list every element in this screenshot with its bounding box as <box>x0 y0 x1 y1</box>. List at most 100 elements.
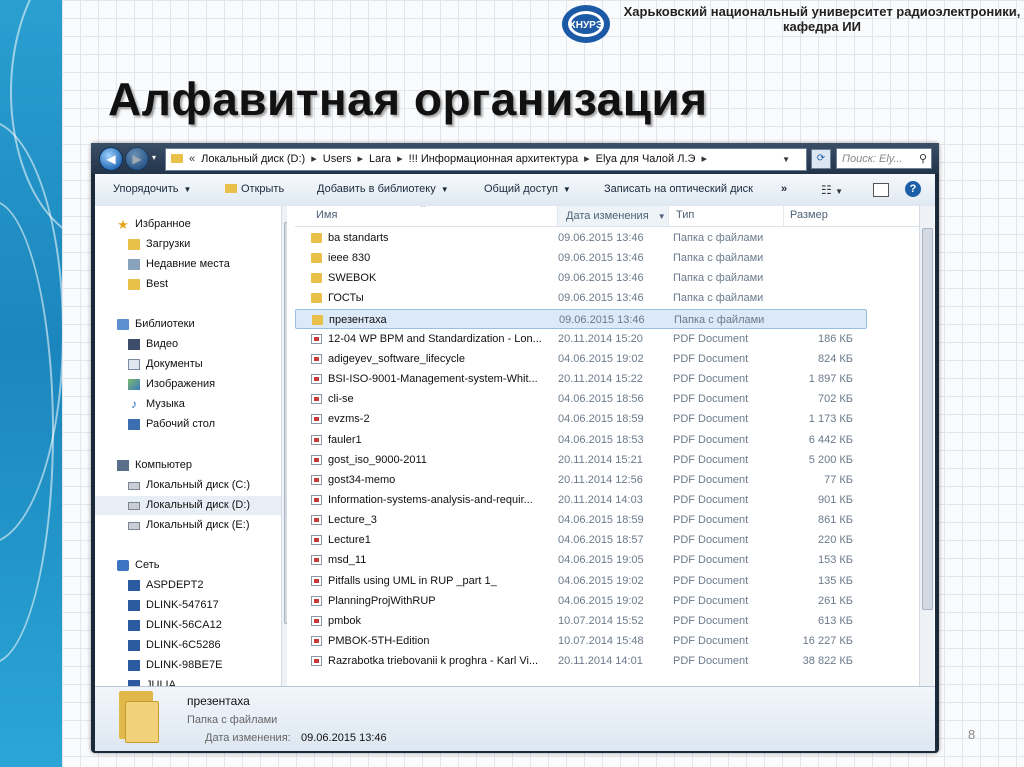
nav-scroll-thumb[interactable] <box>284 222 287 624</box>
nav-images[interactable]: Изображения <box>95 375 287 394</box>
column-size[interactable]: Размер <box>790 209 828 221</box>
file-type: PDF Document <box>673 393 749 406</box>
nav-network-host[interactable]: JULIA <box>95 676 287 686</box>
file-type: Папка с файлами <box>673 252 764 265</box>
file-row[interactable]: Razrabotka triebovanii k proghra - Karl … <box>295 651 867 671</box>
nav-network-host[interactable]: DLINK-98BE7E <box>95 656 287 675</box>
file-date: 04.06.2015 19:02 <box>558 594 644 607</box>
history-dropdown[interactable]: ▾ <box>149 147 159 169</box>
breadcrumb-item[interactable]: Локальный диск (D:) <box>201 153 305 165</box>
file-type: PDF Document <box>673 473 749 486</box>
file-row[interactable]: msd_11 04.06.2015 19:05 PDF Document 153 КБ <box>295 550 867 570</box>
file-list-scroll-thumb[interactable] <box>922 228 933 610</box>
forward-button[interactable]: ▶ <box>125 147 149 171</box>
file-row[interactable]: cli-se 04.06.2015 18:56 PDF Document 702 КБ <box>295 389 867 409</box>
file-size: 153 КБ <box>817 554 853 567</box>
command-toolbar: Упорядочить ▼ Открыть Добавить в библиоте… <box>95 174 935 207</box>
file-row[interactable]: BSI-ISO-9001-Management-system-Whit... 20… <box>295 369 867 389</box>
file-date: 10.07.2014 15:48 <box>558 635 644 647</box>
nav-network-host[interactable]: DLINK-547617 <box>95 596 287 615</box>
nav-libraries[interactable]: Библиотеки <box>95 315 287 334</box>
folder-icon <box>128 239 140 250</box>
nav-computer[interactable]: Компьютер <box>95 456 287 475</box>
file-date: 20.11.2014 15:22 <box>558 373 643 386</box>
nav-label: Недавние места <box>146 258 230 270</box>
file-row[interactable]: Pitfalls using UML in RUP _part 1_ 04.06.… <box>295 571 867 591</box>
nav-downloads[interactable]: Загрузки <box>95 235 287 254</box>
nav-disk-c[interactable]: Локальный диск (C:) <box>95 476 287 495</box>
nav-network-host[interactable]: DLINK-6C5286 <box>95 636 287 655</box>
file-row[interactable]: Lecture1 04.06.2015 18:57 PDF Document 220 … <box>295 530 867 550</box>
university-caption: Харьковский национальный университет рад… <box>622 4 1022 34</box>
nav-scrollbar[interactable] <box>281 206 287 686</box>
nav-desktop[interactable]: Рабочий стол <box>95 415 287 434</box>
share-button[interactable]: Общий доступ ▼ <box>484 183 571 195</box>
nav-recent-places[interactable]: Недавние места <box>95 255 287 274</box>
folder-row[interactable]: SWEBOK 09.06.2015 13:46 Папка с файлами <box>295 268 867 288</box>
search-input[interactable]: Поиск: Ely... ⚲ <box>836 148 932 169</box>
file-size: 5 200 КБ <box>808 453 853 466</box>
nav-best[interactable]: Best <box>95 275 287 294</box>
file-row[interactable]: 12-04 WP BPM and Standardization - Lon..… <box>295 329 867 349</box>
file-row[interactable]: adigeyev_software_lifecycle 04.06.2015 19… <box>295 349 867 369</box>
file-row[interactable]: PMBOK-5TH-Edition 10.07.2014 15:48 PDF Doc… <box>295 631 867 651</box>
burn-button[interactable]: Записать на оптический диск <box>604 183 753 195</box>
back-button[interactable]: ◀ <box>99 147 123 171</box>
nav-label: Компьютер <box>135 459 192 471</box>
file-row[interactable]: Lecture_3 04.06.2015 18:59 PDF Document 861… <box>295 510 867 530</box>
file-type: PDF Document <box>673 413 749 426</box>
nav-label: Локальный диск (E:) <box>146 519 250 531</box>
address-field[interactable]: « Локальный диск (D:) ▸ Users ▸ Lara ▸ !!! Инфо… <box>165 148 807 171</box>
nav-network-host[interactable]: DLINK-56CA12 <box>95 616 287 635</box>
breadcrumb-item[interactable]: Elya для Чалой Л.Э <box>596 153 696 165</box>
file-row[interactable]: PlanningProjWithRUP 04.06.2015 19:02 PDF D… <box>295 591 867 611</box>
nav-video[interactable]: Видео <box>95 335 287 354</box>
file-row[interactable]: evzms-2 04.06.2015 18:59 PDF Document 1 173… <box>295 409 867 429</box>
documents-icon <box>128 359 140 370</box>
recent-places-icon <box>128 259 140 270</box>
more-commands-button[interactable]: » <box>781 183 787 195</box>
add-to-library-button[interactable]: Добавить в библиотеку ▼ <box>317 183 449 195</box>
folder-icon <box>311 273 322 284</box>
column-date[interactable]: Дата изменения ▼ <box>558 206 668 226</box>
column-divider <box>668 206 669 226</box>
file-type: PDF Document <box>673 453 749 466</box>
nav-network-host[interactable]: ASPDEPT2 <box>95 576 287 595</box>
open-button[interactable]: Открыть <box>225 183 284 195</box>
folder-row[interactable]: презентаха 09.06.2015 13:46 Папка с файлам… <box>295 308 867 329</box>
nav-music[interactable]: ♪ Музыка <box>95 395 287 414</box>
file-type: Папка с файлами <box>673 232 764 244</box>
nav-disk-d[interactable]: Локальный диск (D:) <box>95 496 287 515</box>
breadcrumb-item[interactable]: Users <box>323 153 352 165</box>
file-row[interactable]: pmbok 10.07.2014 15:52 PDF Document 613 КБ <box>295 611 867 631</box>
search-icon: ⚲ <box>918 153 927 165</box>
file-row[interactable]: Information-systems-analysis-and-requir.… <box>295 490 867 510</box>
help-button[interactable]: ? <box>905 181 921 197</box>
folder-icon <box>311 233 322 243</box>
folder-row[interactable]: ba standarts 09.06.2015 13:46 Папка с файл… <box>295 228 867 248</box>
preview-pane-button[interactable] <box>873 183 889 197</box>
folder-row[interactable]: ГОСТы 09.06.2015 13:46 Папка с файлами <box>295 288 867 308</box>
view-options-button[interactable]: ☷ ▼ <box>821 183 843 197</box>
pdf-icon <box>311 434 322 445</box>
file-list-scrollbar[interactable] <box>919 206 934 686</box>
nav-documents[interactable]: Документы <box>95 355 287 374</box>
breadcrumb-item[interactable]: Lara <box>369 153 391 165</box>
file-row[interactable]: gost34-memo 20.11.2014 12:56 PDF Document 7… <box>295 470 867 490</box>
address-dropdown-icon[interactable]: ▼ <box>782 149 790 170</box>
folder-row[interactable]: ieee 830 09.06.2015 13:46 Папка с файлами <box>295 248 867 268</box>
file-row[interactable]: fauler1 04.06.2015 18:53 PDF Document 6 442… <box>295 430 867 450</box>
column-name[interactable]: Имя <box>316 209 337 221</box>
file-size: 861 КБ <box>817 514 853 527</box>
organize-button[interactable]: Упорядочить ▼ <box>113 183 191 195</box>
column-divider <box>783 206 784 226</box>
refresh-button[interactable]: ⟳ <box>811 149 831 169</box>
column-type[interactable]: Тип <box>676 209 694 221</box>
nav-favorites[interactable]: ★ Избранное <box>95 215 287 234</box>
breadcrumb-item[interactable]: !!! Информационная архитектура <box>409 153 579 165</box>
pdf-icon <box>311 615 322 626</box>
file-row[interactable]: gost_iso_9000-2011 20.11.2014 15:21 PDF Do… <box>295 450 867 470</box>
nav-disk-e[interactable]: Локальный диск (E:) <box>95 516 287 535</box>
nav-network[interactable]: Сеть <box>95 556 287 575</box>
sort-indicator-icon: ^ <box>421 206 425 212</box>
